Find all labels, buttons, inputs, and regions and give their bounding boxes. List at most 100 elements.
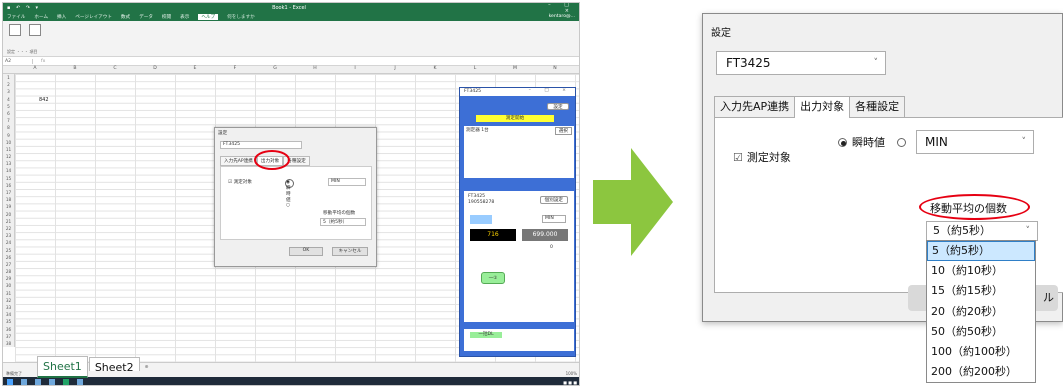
dropdown-option-selected[interactable]: 5（約5秒）	[927, 241, 1035, 262]
account-name[interactable]: kentaro@...	[549, 14, 575, 19]
row-header[interactable]: 23	[3, 232, 14, 239]
fx-icon[interactable]: fx	[33, 59, 45, 64]
row-header[interactable]: 33	[3, 304, 14, 311]
dropdown-option[interactable]: 15（約15秒）	[927, 281, 1035, 301]
column-header[interactable]: C	[95, 66, 135, 74]
column-header[interactable]: F	[215, 66, 255, 74]
output-select-blue[interactable]	[470, 215, 492, 224]
mini-instant-radio[interactable]: ◉ 瞬時値 ○	[285, 179, 294, 208]
column-header[interactable]: N	[535, 66, 575, 74]
add-sheet-icon[interactable]: ⊕	[141, 365, 153, 370]
tab-input-ap[interactable]: 入力先AP連携	[714, 96, 796, 117]
column-header[interactable]: E	[175, 66, 215, 74]
quick-access-icons[interactable]: ▪ ↶ ↷ ▾	[7, 5, 47, 11]
row-header[interactable]: 6	[3, 110, 14, 117]
panel-settings-button[interactable]: 設定	[547, 103, 569, 110]
mini-tab[interactable]: 入力先AP連携	[220, 156, 257, 166]
menu-item[interactable]: ページレイアウト	[75, 14, 112, 20]
menu-item[interactable]: ホーム	[34, 14, 48, 20]
row-header[interactable]: 22	[3, 225, 14, 232]
row-header[interactable]: 13	[3, 160, 14, 167]
column-header[interactable]: L	[455, 66, 495, 74]
app-icon[interactable]	[77, 379, 83, 385]
row-header[interactable]: 35	[3, 318, 14, 325]
row-header[interactable]: 27	[3, 261, 14, 268]
radio-instant-icon[interactable]	[838, 138, 847, 147]
cell-a1-value[interactable]: 842	[39, 97, 49, 103]
device-select[interactable]: FT3425 ˅	[716, 51, 886, 75]
ribbon-button[interactable]	[9, 24, 21, 36]
row-header[interactable]: 16	[3, 182, 14, 189]
row-header[interactable]: 25	[3, 247, 14, 254]
mini-cancel-button[interactable]: キャンセル	[332, 247, 368, 256]
column-header[interactable]: J	[375, 66, 415, 74]
moving-average-select[interactable]: 5（約5秒） ˅	[926, 221, 1038, 241]
excel-app-icon[interactable]	[63, 379, 69, 385]
mini-min-select[interactable]: MIN	[328, 178, 366, 186]
row-header[interactable]: 34	[3, 311, 14, 318]
windows-start-icon[interactable]	[7, 379, 13, 385]
dropdown-option[interactable]: 10（約10秒）	[927, 261, 1035, 281]
menu-item[interactable]: 表示	[180, 14, 189, 20]
row-header[interactable]: 10	[3, 139, 14, 146]
column-header[interactable]: D	[135, 66, 175, 74]
system-clock[interactable]: ■ ■ ■	[563, 380, 577, 385]
row-header[interactable]: 7	[3, 117, 14, 124]
menu-item[interactable]: 校閲	[162, 14, 171, 20]
sheet-tab-active[interactable]: Sheet1	[37, 356, 88, 378]
value-display-set[interactable]: 699.000	[522, 229, 568, 241]
row-header[interactable]: 1	[3, 74, 14, 81]
green-button-1[interactable]: 一①	[481, 272, 505, 284]
dropdown-option[interactable]: 100（約100秒）	[927, 342, 1035, 362]
ribbon-button[interactable]	[29, 24, 41, 36]
tab-misc-settings[interactable]: 各種設定	[849, 96, 906, 117]
row-header[interactable]: 9	[3, 132, 14, 139]
dropdown-option[interactable]: 50（約50秒）	[927, 322, 1035, 342]
menu-item-active[interactable]: ヘルプ	[198, 13, 219, 20]
row-header[interactable]: 12	[3, 153, 14, 160]
instant-value-label[interactable]: 瞬時値	[852, 136, 885, 149]
menu-item[interactable]: ファイル	[7, 14, 25, 20]
row-header[interactable]: 30	[3, 282, 14, 289]
tell-me-search[interactable]: 何をしますか	[227, 14, 255, 20]
mini-device-select[interactable]: FT3425	[220, 141, 302, 149]
min-select-small[interactable]: MIN	[542, 215, 566, 223]
bulk-dl-button[interactable]: 一括DL	[470, 332, 502, 338]
dropdown-option[interactable]: 200（約200秒）	[927, 362, 1035, 382]
window-controls[interactable]: – □ ×	[531, 3, 575, 14]
device-list-button[interactable]: 選択	[554, 127, 572, 135]
individual-settings-button[interactable]: 個別設定	[539, 196, 568, 204]
min-select[interactable]: MIN ˅	[916, 130, 1034, 154]
row-header[interactable]: 38	[3, 340, 14, 347]
row-header[interactable]: 4	[3, 96, 14, 103]
row-header[interactable]: 28	[3, 268, 14, 275]
row-header[interactable]: 18	[3, 196, 14, 203]
row-header[interactable]: 19	[3, 203, 14, 210]
search-icon[interactable]	[21, 379, 27, 385]
task-view-icon[interactable]	[35, 379, 41, 385]
column-header[interactable]: G	[255, 66, 295, 74]
mini-ok-button[interactable]: OK	[289, 247, 323, 256]
column-header[interactable]: A	[15, 66, 55, 74]
column-header[interactable]: B	[55, 66, 95, 74]
zoom-level[interactable]: 100%	[566, 371, 577, 376]
row-header[interactable]: 26	[3, 254, 14, 261]
column-header[interactable]: M	[495, 66, 535, 74]
column-header[interactable]: I	[335, 66, 375, 74]
dropdown-option[interactable]: 20（約20秒）	[927, 302, 1035, 322]
start-measure-button[interactable]: 測定開始	[476, 115, 554, 122]
column-header[interactable]: K	[415, 66, 455, 74]
radio-other-icon[interactable]	[896, 138, 906, 147]
row-header[interactable]: 36	[3, 326, 14, 333]
explorer-icon[interactable]	[49, 379, 55, 385]
column-header[interactable]: H	[295, 66, 335, 74]
tab-output-target[interactable]: 出力対象	[794, 96, 851, 118]
row-header[interactable]: 17	[3, 189, 14, 196]
row-header[interactable]: 2	[3, 81, 14, 88]
row-header[interactable]: 31	[3, 290, 14, 297]
row-header[interactable]: 32	[3, 297, 14, 304]
panel-window-controls[interactable]: – □ ×	[529, 88, 572, 93]
row-header[interactable]: 29	[3, 275, 14, 282]
row-header[interactable]: 21	[3, 218, 14, 225]
mini-measure-checkbox[interactable]: ☑ 測定対象	[228, 179, 252, 185]
